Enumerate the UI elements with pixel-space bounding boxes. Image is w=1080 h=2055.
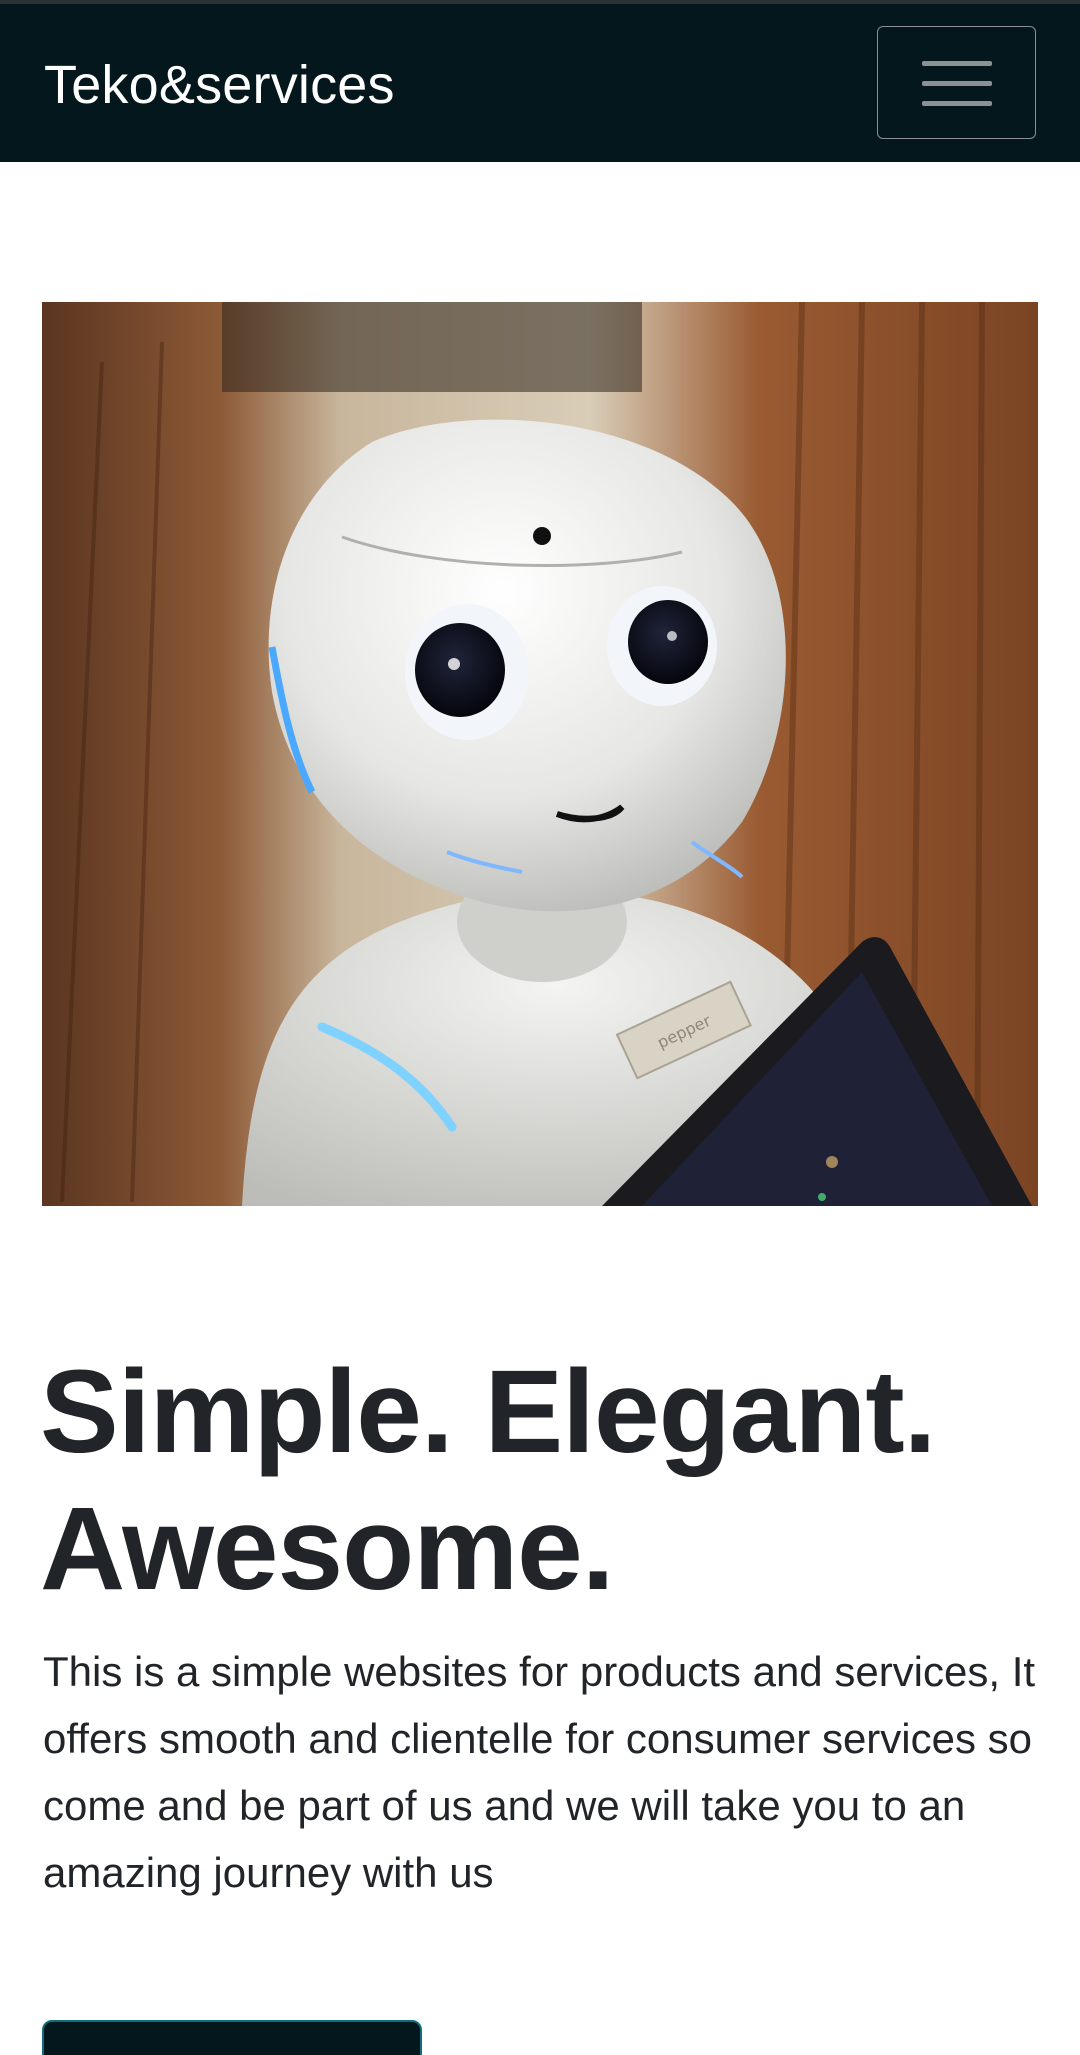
- hero-cta-button[interactable]: [42, 2020, 422, 2055]
- brand-link[interactable]: Teko&services: [44, 50, 395, 120]
- hero-headline: Simple. Elegant. Awesome.: [40, 1344, 1040, 1618]
- hamburger-menu-icon: [922, 101, 992, 106]
- hamburger-menu-icon: [922, 81, 992, 86]
- navbar-toggle-button[interactable]: [877, 26, 1036, 139]
- headline-line-1: Simple. Elegant.: [40, 1346, 936, 1478]
- headline-line-2: Awesome.: [40, 1483, 615, 1615]
- hamburger-menu-icon: [922, 61, 992, 66]
- navbar: Teko&services: [0, 4, 1080, 162]
- hero-description: This is a simple websites for products a…: [43, 1648, 1036, 1896]
- hero-robot-image: pepper: [42, 302, 1038, 1206]
